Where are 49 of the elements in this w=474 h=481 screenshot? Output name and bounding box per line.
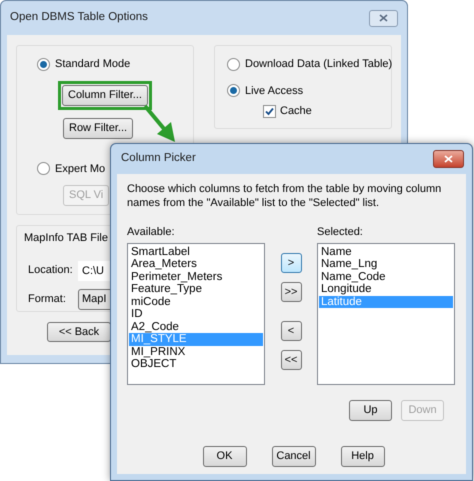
window-title: Open DBMS Table Options — [10, 10, 148, 26]
radio-button[interactable] — [227, 84, 240, 98]
list-label: Selected: — [317, 225, 363, 240]
list-item[interactable]: Longitude — [319, 283, 453, 296]
radio-label: Standard Mode — [55, 57, 130, 72]
list-item[interactable]: Name_Lng — [319, 258, 453, 270]
move-button[interactable]: > — [280, 253, 302, 273]
list-item[interactable]: Perimeter_Meters — [129, 270, 263, 283]
move-button[interactable]: >> — [280, 282, 302, 302]
back-button[interactable]: << Back — [47, 322, 111, 342]
list-item[interactable]: Area_Meters — [129, 258, 263, 270]
radio-label: Expert Mo — [55, 162, 106, 176]
list-item[interactable]: ID — [129, 308, 263, 320]
description-text: Choose which columns to fetch from the table by moving column names from the "Available" list to the "Selected" list. — [127, 182, 442, 210]
close-button[interactable] — [369, 10, 398, 26]
close-icon — [444, 155, 453, 163]
radio-button[interactable] — [37, 58, 50, 71]
group-title: MapInfo TAB File — [24, 231, 108, 246]
dialog-button[interactable]: Help — [340, 446, 384, 466]
checkbox[interactable] — [263, 104, 276, 118]
move-button[interactable]: << — [280, 350, 302, 370]
filter-button[interactable]: Row Filter... — [63, 118, 134, 138]
list-item[interactable]: Feature_Type — [129, 283, 263, 296]
field-label: Format: — [28, 292, 67, 307]
list-item[interactable]: miCode — [129, 296, 263, 308]
field-label: Location: — [28, 263, 72, 278]
list-item[interactable]: Name — [319, 246, 453, 258]
list-label: Available: — [127, 225, 174, 240]
close-icon — [379, 14, 388, 22]
dialog-button[interactable]: OK — [202, 446, 246, 466]
list-item[interactable]: MI_PRINX — [129, 346, 263, 358]
move-button[interactable]: < — [280, 321, 302, 341]
radio-button[interactable] — [227, 58, 240, 71]
filter-button[interactable]: Column Filter... — [62, 84, 148, 106]
radio-button[interactable] — [37, 162, 50, 176]
checkbox-label: Cache — [280, 104, 312, 119]
radio-label: Live Access — [245, 84, 304, 98]
list-item[interactable]: OBJECT — [129, 358, 263, 370]
list-item[interactable]: SmartLabel — [129, 246, 263, 258]
dialog-button[interactable]: Cancel — [272, 446, 316, 466]
available-list[interactable]: SmartLabel Area_Meters Perimeter_Meters Feature_Type miCode ID A2_Code MI_STYLE MI_PRINX OBJECT — [127, 242, 265, 384]
close-button[interactable] — [433, 150, 464, 168]
order-button[interactable]: Up — [349, 400, 392, 420]
check-icon — [265, 106, 274, 116]
list-item[interactable]: Name_Code — [319, 270, 453, 283]
selected-list[interactable]: Name Name_Lng Name_Code Longitude Latitude — [317, 242, 455, 384]
window-title: Column Picker — [121, 151, 196, 166]
radio-label: Download Data (Linked Table) — [245, 57, 392, 72]
list-item[interactable]: A2_Code — [129, 320, 263, 333]
